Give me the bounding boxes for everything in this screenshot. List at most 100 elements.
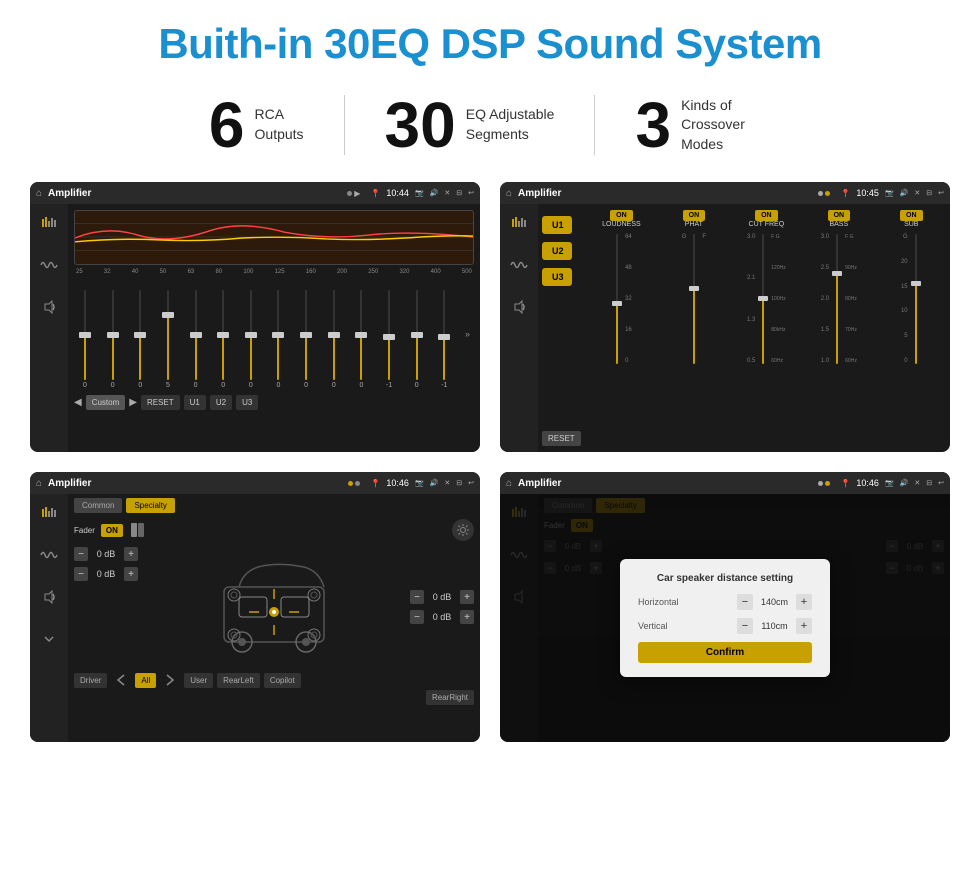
rearright-btn[interactable]: RearRight bbox=[426, 690, 474, 705]
phat-on-btn[interactable]: ON bbox=[683, 210, 706, 221]
topbar-screen4: ⌂ Amplifier 📍 10:46 📷 🔊 ✕ ⊟ ↩ bbox=[500, 472, 950, 494]
home-icon-s4: ⌂ bbox=[506, 478, 512, 489]
eq-slider-11[interactable]: -1 bbox=[382, 290, 396, 389]
fader-header: Fader ON bbox=[74, 519, 474, 541]
eq-slider-12[interactable]: 0 bbox=[410, 290, 424, 389]
eq-bottom-bar: ◀ Custom ▶ RESET U1 U2 U3 bbox=[74, 395, 474, 410]
eq-slider-9[interactable]: 0 bbox=[327, 290, 341, 389]
loudness-on-btn[interactable]: ON bbox=[610, 210, 633, 221]
screen-eq: ⌂ Amplifier ▶ 📍 10:44 📷 🔊 ✕ ⊟ ↩ bbox=[30, 182, 480, 452]
eq-main: 25 32 40 50 63 80 100 125 160 200 250 32… bbox=[68, 204, 480, 452]
fader-on-btn[interactable]: ON bbox=[101, 524, 123, 537]
u2-button[interactable]: U2 bbox=[542, 242, 572, 260]
vertical-control: − 110cm + bbox=[737, 618, 812, 634]
feature-text-crossover: Kinds of Crossover Modes bbox=[681, 96, 771, 155]
eq-slider-7[interactable]: 0 bbox=[271, 290, 285, 389]
speaker-icon[interactable] bbox=[38, 296, 60, 318]
u2-btn[interactable]: U2 bbox=[210, 395, 232, 410]
cutfreq-label: CUT FREQ bbox=[749, 221, 785, 228]
u1-btn[interactable]: U1 bbox=[184, 395, 206, 410]
topbar-time-screen1: 10:44 bbox=[386, 188, 409, 198]
rearleft-btn[interactable]: RearLeft bbox=[217, 673, 260, 688]
eq-icon-s2[interactable] bbox=[508, 212, 530, 234]
eq-settings-icon[interactable] bbox=[38, 212, 60, 234]
eq-slider-5[interactable]: 0 bbox=[216, 290, 230, 389]
db-plus-1[interactable]: + bbox=[124, 567, 138, 581]
eq-slider-13[interactable]: -1 bbox=[437, 290, 451, 389]
tab-specialty[interactable]: Specialty bbox=[126, 498, 174, 513]
expand-icon[interactable]: » bbox=[465, 329, 470, 339]
u3-button[interactable]: U3 bbox=[542, 268, 572, 286]
u3-btn[interactable]: U3 bbox=[236, 395, 258, 410]
user-btn[interactable]: User bbox=[184, 673, 213, 688]
topbar-title-screen2: Amplifier bbox=[518, 188, 812, 199]
dialog-overlay: Car speaker distance setting Horizontal … bbox=[500, 494, 950, 742]
reset-btn[interactable]: RESET bbox=[141, 395, 180, 410]
play-icon[interactable]: ▶ bbox=[129, 397, 137, 408]
db-minus-0[interactable]: − bbox=[74, 547, 88, 561]
left-arrow[interactable] bbox=[111, 673, 131, 687]
features-row: 6 RCA Outputs 30 EQ Adjustable Segments … bbox=[30, 93, 950, 157]
right-arrow[interactable] bbox=[160, 673, 180, 687]
horizontal-label: Horizontal bbox=[638, 597, 679, 607]
prev-icon[interactable]: ◀ bbox=[74, 397, 82, 408]
db-minus-1[interactable]: − bbox=[74, 567, 88, 581]
feature-eq: 30 EQ Adjustable Segments bbox=[345, 93, 595, 157]
eq-slider-0[interactable]: 0 bbox=[78, 290, 92, 389]
db-plus-0[interactable]: + bbox=[124, 547, 138, 561]
vertical-plus-btn[interactable]: + bbox=[796, 618, 812, 634]
feature-text-rca: RCA Outputs bbox=[255, 105, 304, 144]
vertical-minus-btn[interactable]: − bbox=[737, 618, 753, 634]
db-minus-2[interactable]: − bbox=[410, 590, 424, 604]
horizontal-plus-btn[interactable]: + bbox=[796, 594, 812, 610]
speaker-icon-s2[interactable] bbox=[508, 296, 530, 318]
eq-slider-2[interactable]: 0 bbox=[133, 290, 147, 389]
bass-label: BASS bbox=[829, 221, 848, 228]
db-row-0: − 0 dB + bbox=[74, 547, 138, 561]
eq-slider-1[interactable]: 0 bbox=[106, 290, 120, 389]
status-dot-s4 bbox=[818, 481, 823, 486]
eq-graph bbox=[74, 210, 474, 265]
phat-label: PHAT bbox=[685, 221, 703, 228]
eq-icon-s3[interactable] bbox=[38, 502, 60, 524]
reset-btn-s2[interactable]: RESET bbox=[542, 431, 581, 446]
expand-icon-s3[interactable] bbox=[38, 628, 60, 650]
bass-on-btn[interactable]: ON bbox=[828, 210, 851, 221]
copilot-btn[interactable]: Copilot bbox=[264, 673, 301, 688]
eq-slider-10[interactable]: 0 bbox=[354, 290, 368, 389]
vertical-value: 110cm bbox=[757, 621, 792, 631]
wave-icon[interactable] bbox=[38, 254, 60, 276]
db-minus-3[interactable]: − bbox=[410, 610, 424, 624]
u1-button[interactable]: U1 bbox=[542, 216, 572, 234]
sub-on-btn[interactable]: ON bbox=[900, 210, 923, 221]
all-btn[interactable]: All bbox=[135, 673, 156, 688]
settings-icon[interactable] bbox=[452, 519, 474, 541]
speaker-icon-s3[interactable] bbox=[38, 586, 60, 608]
home-icon-s2: ⌂ bbox=[506, 188, 512, 199]
db-plus-3[interactable]: + bbox=[460, 610, 474, 624]
fader-left: − 0 dB + − 0 dB + bbox=[74, 547, 138, 667]
eq-slider-8[interactable]: 0 bbox=[299, 290, 313, 389]
fader-tabs: Common Specialty bbox=[74, 498, 474, 513]
tab-common[interactable]: Common bbox=[74, 498, 122, 513]
topbar-title-screen1: Amplifier bbox=[48, 188, 341, 199]
db-plus-2[interactable]: + bbox=[460, 590, 474, 604]
cutfreq-on-btn[interactable]: ON bbox=[755, 210, 778, 221]
wave-icon-s3[interactable] bbox=[38, 544, 60, 566]
eq-slider-6[interactable]: 0 bbox=[244, 290, 258, 389]
home-icon: ⌂ bbox=[36, 188, 42, 199]
topbar-time-screen4: 10:46 bbox=[856, 478, 879, 488]
fader-layout: − 0 dB + − 0 dB + bbox=[74, 547, 474, 667]
driver-btn[interactable]: Driver bbox=[74, 673, 107, 688]
eq-sliders: 0 0 bbox=[74, 279, 474, 389]
custom-btn[interactable]: Custom bbox=[86, 395, 126, 410]
confirm-button[interactable]: Confirm bbox=[638, 642, 812, 663]
topbar-title-screen4: Amplifier bbox=[518, 478, 812, 489]
status-dot bbox=[347, 191, 352, 196]
status-dot2-s3 bbox=[355, 481, 360, 486]
eq-slider-3[interactable]: 5 bbox=[161, 290, 175, 389]
db-val-0: 0 dB bbox=[92, 549, 120, 559]
horizontal-minus-btn[interactable]: − bbox=[737, 594, 753, 610]
eq-slider-4[interactable]: 0 bbox=[189, 290, 203, 389]
wave-icon-s2[interactable] bbox=[508, 254, 530, 276]
